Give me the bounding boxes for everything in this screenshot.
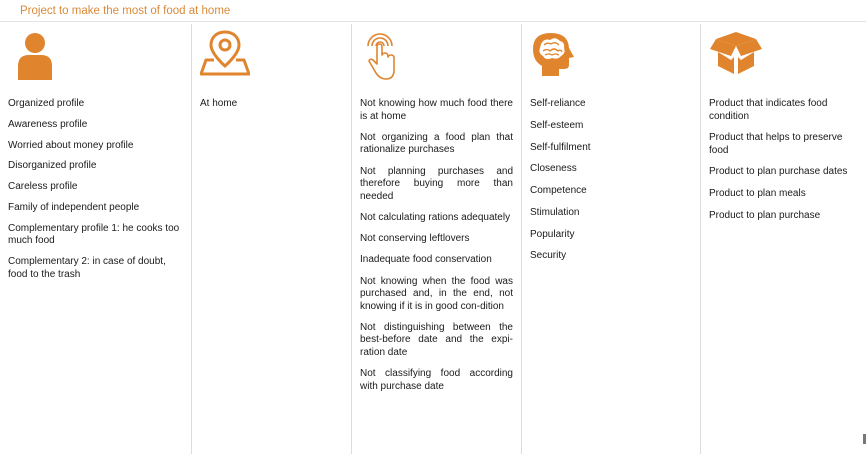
values-list: Self-reliance Self-esteem Self-fulfilmen… xyxy=(530,98,692,272)
list-item: Inadequate food conservation xyxy=(360,254,492,266)
list-item: Organized profile xyxy=(8,98,85,109)
list-item: Self-reliance xyxy=(530,98,586,109)
open-box-icon xyxy=(709,30,763,76)
list-item: Self-fulfilment xyxy=(530,141,591,153)
list-item: Stimulation xyxy=(530,206,580,218)
column-products: Product that indicates food condition Pr… xyxy=(700,24,866,454)
list-item: Not conserving leftlovers xyxy=(360,233,470,245)
diagram-title: Project to make the most of food at home xyxy=(20,5,231,17)
list-item: Not classifying food according with purc… xyxy=(360,368,513,392)
list-item: Product to plan purchase dates xyxy=(709,166,848,178)
list-item: Product to plan purchase xyxy=(709,209,821,221)
context-list: At home xyxy=(200,98,343,119)
list-item: Complementary 2: in case of doubt, food … xyxy=(8,256,166,280)
list-item: Product that helps to preserve food xyxy=(709,132,843,156)
products-list: Product that indicates food condition Pr… xyxy=(709,98,858,231)
list-item: Not planning purchases and therefore buy… xyxy=(360,165,513,202)
list-item: Complementary profile 1: he cooks too mu… xyxy=(8,222,180,247)
problems-list: Not knowing how much food there is at ho… xyxy=(360,98,513,402)
column-profiles: Organized profile Awareness profile Worr… xyxy=(0,24,191,454)
list-item: Not knowing how much food there is at ho… xyxy=(360,98,513,122)
list-item: Not calculating rations adequately xyxy=(360,211,511,223)
list-item: Careless profile xyxy=(8,181,78,193)
column-values: Self-reliance Self-esteem Self-fulfilmen… xyxy=(521,24,700,454)
profiles-list: Organized profile Awareness profile Worr… xyxy=(8,98,183,289)
list-item: Product that indicates food condition xyxy=(709,98,828,122)
head-brain-icon xyxy=(528,30,576,78)
list-item: Not organizing a food plan that rational… xyxy=(360,131,513,156)
column-context: At home xyxy=(191,24,351,454)
person-icon xyxy=(15,30,55,80)
list-item: Disorganized profile xyxy=(8,160,97,172)
list-item: Worried about money profile xyxy=(8,139,134,151)
list-item: Product to plan meals xyxy=(709,187,806,199)
list-item: Not distinguishing between the best-befo… xyxy=(360,321,513,359)
location-map-icon xyxy=(200,30,250,76)
list-item: Closeness xyxy=(530,163,577,175)
title-divider xyxy=(0,21,866,22)
list-item: Popularity xyxy=(530,228,575,240)
list-item: Competence xyxy=(530,185,587,197)
list-item: Family of independent people xyxy=(8,201,140,213)
list-item: Awareness profile xyxy=(8,118,88,130)
list-item: At home xyxy=(200,98,238,109)
column-problems: Not knowing how much food there is at ho… xyxy=(351,24,521,454)
list-item: Security xyxy=(530,250,567,262)
list-item: Self-esteem xyxy=(530,119,584,131)
list-item: Not knowing when the food was purchased … xyxy=(360,275,513,312)
touch-finger-icon xyxy=(360,30,400,82)
